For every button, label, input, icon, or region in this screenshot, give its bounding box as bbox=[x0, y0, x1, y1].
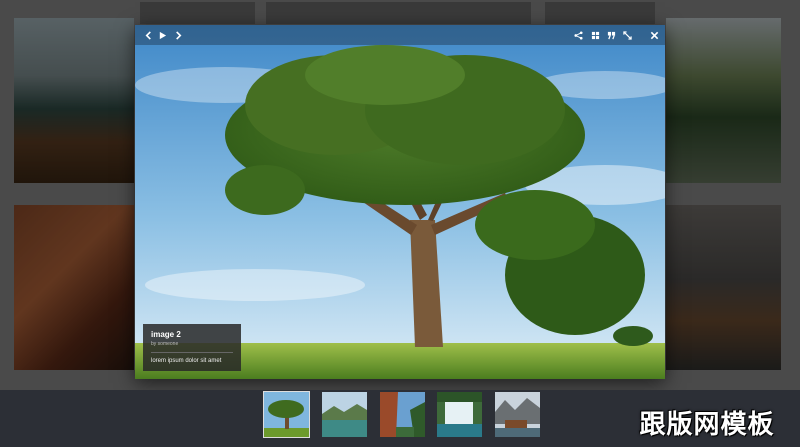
quote-icon[interactable] bbox=[603, 27, 619, 43]
watermark-text: 跟版网模板 bbox=[639, 409, 775, 440]
thumbnail-waterfall[interactable] bbox=[437, 392, 482, 437]
caption-author: by someone bbox=[151, 341, 179, 347]
caption-divider bbox=[151, 352, 233, 353]
gallery-tile-cabin[interactable] bbox=[666, 205, 781, 370]
lightbox-toolbar bbox=[135, 25, 665, 45]
watermark-logo: 跟版网模板 bbox=[626, 405, 788, 440]
fullscreen-icon[interactable] bbox=[619, 27, 635, 43]
thumbnail-strip: 跟版网模板 bbox=[0, 390, 800, 447]
chevron-right-icon[interactable] bbox=[170, 27, 186, 43]
gallery-tile-top-left[interactable] bbox=[140, 2, 255, 24]
thumbnail-cabin[interactable] bbox=[495, 392, 540, 437]
share-icon[interactable] bbox=[570, 27, 586, 43]
gallery-tile-canyon[interactable] bbox=[14, 205, 134, 370]
grid-icon[interactable] bbox=[587, 27, 603, 43]
gallery-tile-forest[interactable] bbox=[666, 18, 781, 183]
play-icon[interactable] bbox=[154, 27, 170, 43]
thumbnail-tree[interactable] bbox=[263, 391, 310, 438]
gallery-tile-lake[interactable] bbox=[14, 18, 134, 183]
gallery-tile-top-center[interactable] bbox=[266, 2, 531, 24]
caption-description: lorem ipsum dolor sit amet bbox=[151, 358, 222, 364]
lightbox: image 2 by someone lorem ipsum dolor sit… bbox=[135, 25, 665, 379]
thumbnail-canyon[interactable] bbox=[380, 392, 425, 437]
thumbnail-lake[interactable] bbox=[322, 392, 367, 437]
image-caption: image 2 by someone lorem ipsum dolor sit… bbox=[143, 324, 241, 371]
gallery-tile-top-right[interactable] bbox=[545, 2, 655, 24]
caption-title: image 2 bbox=[151, 330, 181, 339]
close-icon[interactable] bbox=[646, 27, 662, 43]
